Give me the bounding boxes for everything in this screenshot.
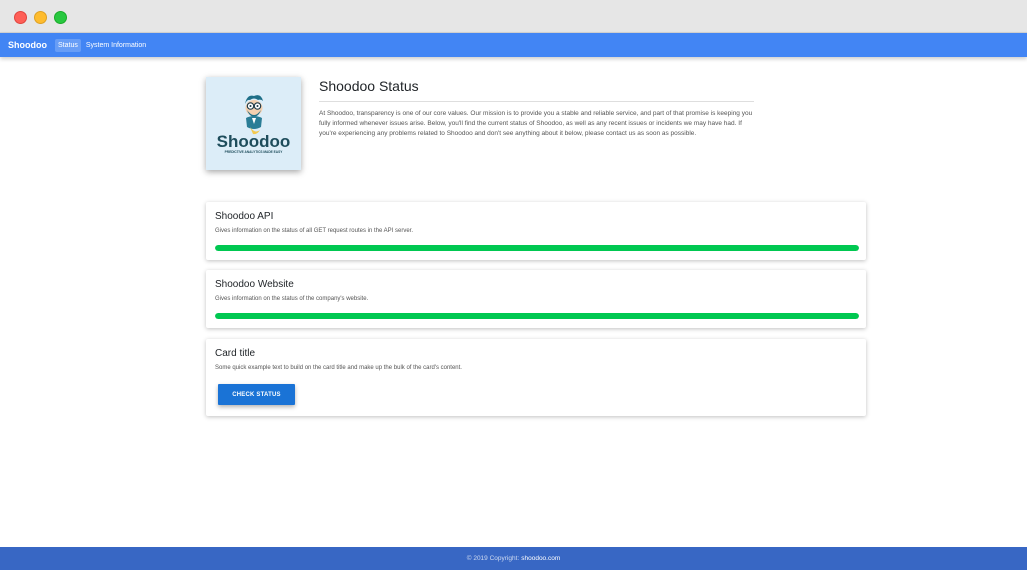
window-titlebar [0, 0, 1027, 33]
card-title: Card title [215, 348, 256, 359]
intro-text: At Shoodoo, transparency is one of our c… [319, 110, 753, 137]
progress-bar [215, 313, 859, 319]
status-header: Shoodoo Status At Shoodoo, transparency … [319, 78, 754, 139]
navbar: Shoodoo Status System Information [0, 33, 1027, 57]
card-title: Shoodoo Website [215, 279, 294, 290]
header-divider [319, 101, 754, 102]
footer-copyright: © 2019 Copyright: [466, 555, 520, 562]
footer: © 2019 Copyright: shoodoo.com [0, 547, 1027, 570]
card-text: Some quick example text to build on the … [215, 365, 462, 371]
card-title: Shoodoo API [215, 211, 274, 222]
footer-link[interactable]: shoodoo.com [521, 555, 560, 562]
status-card-website: Shoodoo Website Gives information on the… [206, 270, 866, 328]
card-text: Gives information on the status of the c… [215, 296, 369, 302]
progress-bar [215, 245, 859, 251]
nav-link-system-information[interactable]: System Information [83, 39, 149, 52]
navbar-brand[interactable]: Shoodoo [8, 40, 47, 50]
card-text: Gives information on the status of all G… [215, 228, 413, 234]
close-window-icon[interactable] [14, 11, 27, 24]
page-title: Shoodoo Status [319, 78, 419, 94]
logo-wordmark: Shoodoo [217, 132, 291, 151]
check-status-button[interactable]: CHECK STATUS [218, 384, 295, 405]
progress-fill [215, 245, 859, 251]
status-card-api: Shoodoo API Gives information on the sta… [206, 202, 866, 260]
progress-fill [215, 313, 859, 319]
maximize-window-icon[interactable] [54, 11, 67, 24]
nav-link-status[interactable]: Status [55, 38, 81, 52]
example-card: Card title Some quick example text to bu… [206, 339, 866, 416]
shoodoo-logo: Shoodoo PREDICTIVE ANALYTICS MADE EASY [206, 77, 301, 170]
minimize-window-icon[interactable] [34, 11, 47, 24]
logo-tagline: PREDICTIVE ANALYTICS MADE EASY [225, 150, 284, 154]
